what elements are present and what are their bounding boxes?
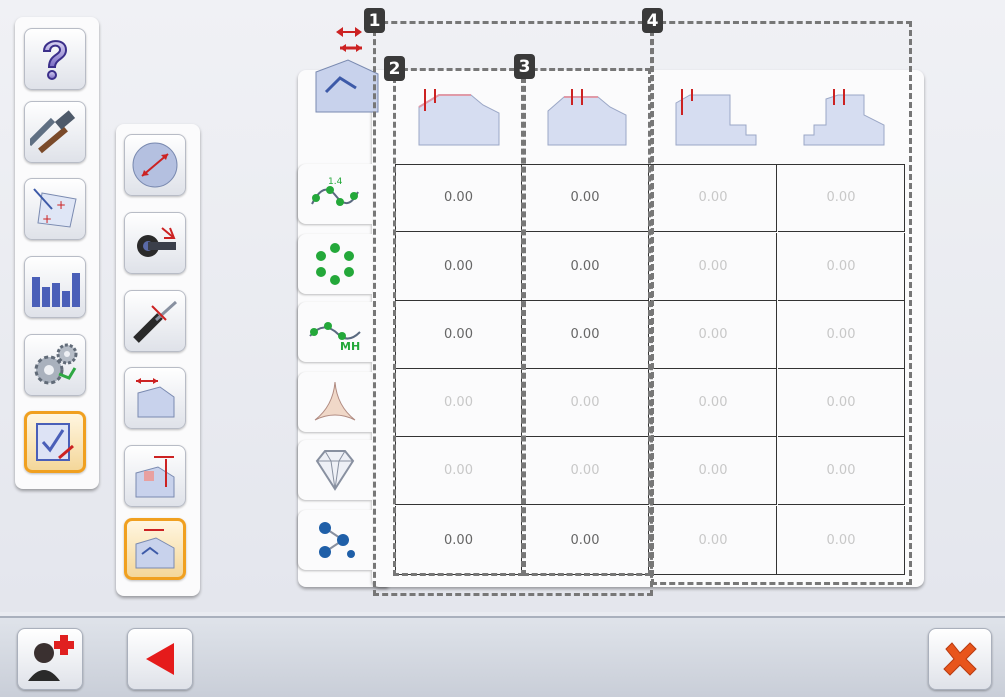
svg-text:+: + bbox=[56, 198, 66, 212]
measure-distance-icon bbox=[132, 142, 178, 188]
svg-text:+: + bbox=[42, 212, 52, 226]
ring-cluster-icon bbox=[316, 243, 354, 285]
close-x-icon bbox=[943, 642, 977, 676]
tools-hammer-icon bbox=[30, 110, 76, 154]
drill-depth-icon bbox=[133, 300, 178, 343]
row-tab-6[interactable] bbox=[298, 510, 372, 570]
svg-text:1.4: 1.4 bbox=[328, 177, 343, 187]
star-tri-icon bbox=[314, 381, 356, 421]
submenu-item-drill[interactable] bbox=[124, 290, 186, 352]
height-offset-icon bbox=[135, 456, 175, 498]
back-arrow-icon bbox=[146, 643, 174, 675]
close-button[interactable] bbox=[928, 628, 992, 690]
help-button[interactable] bbox=[24, 28, 86, 90]
annotation-badge-4: 4 bbox=[642, 8, 663, 33]
statistics-button[interactable] bbox=[24, 256, 86, 318]
calibration-button[interactable]: + + bbox=[24, 178, 86, 240]
width-arrow-icon bbox=[336, 27, 362, 37]
annotation-badge-1: 1 bbox=[364, 8, 385, 33]
checklist-icon bbox=[36, 423, 74, 461]
profile-block-icon bbox=[315, 44, 379, 113]
submenu-item-profile[interactable] bbox=[124, 518, 186, 580]
row-tab-4[interactable] bbox=[298, 372, 372, 432]
add-user-icon bbox=[28, 635, 74, 681]
back-button[interactable] bbox=[127, 628, 193, 690]
checklist-button[interactable] bbox=[24, 411, 86, 473]
annotation-badge-3: 3 bbox=[514, 54, 535, 79]
spindle-adjust-icon bbox=[137, 227, 176, 257]
row-tab-3[interactable]: MH bbox=[298, 302, 372, 362]
curve-1-4-icon: 1.4 bbox=[311, 177, 359, 206]
profile-offset-icon bbox=[135, 529, 175, 569]
profile-header-icon bbox=[304, 42, 384, 122]
svg-text:MH: MH bbox=[340, 340, 360, 352]
row-tab-2[interactable] bbox=[298, 234, 372, 294]
submenu-item-edge[interactable] bbox=[124, 367, 186, 429]
submenu-item-spindle[interactable] bbox=[124, 212, 186, 274]
annotation-box-3 bbox=[523, 68, 651, 576]
annotation-badge-2: 2 bbox=[384, 56, 405, 81]
diamond-icon bbox=[315, 450, 355, 491]
settings-button[interactable] bbox=[24, 334, 86, 396]
settings-gears-icon bbox=[34, 343, 78, 385]
submenu-item-height[interactable] bbox=[124, 445, 186, 507]
statistics-chart-icon bbox=[32, 273, 80, 307]
tools-button[interactable] bbox=[24, 101, 86, 163]
row-tab-5[interactable] bbox=[298, 440, 372, 500]
help-icon bbox=[42, 40, 68, 80]
submenu-item-measure[interactable] bbox=[124, 134, 186, 196]
annotation-box-2 bbox=[393, 68, 524, 576]
add-user-button[interactable] bbox=[17, 628, 83, 690]
annotation-box-4 bbox=[651, 21, 912, 585]
row-tab-1[interactable]: 1.4 bbox=[298, 164, 372, 224]
calibration-icon: + + bbox=[33, 188, 77, 228]
curve-mh-icon: MH bbox=[309, 322, 361, 352]
edge-offset-icon bbox=[136, 378, 175, 418]
molecule-icon bbox=[319, 522, 355, 558]
